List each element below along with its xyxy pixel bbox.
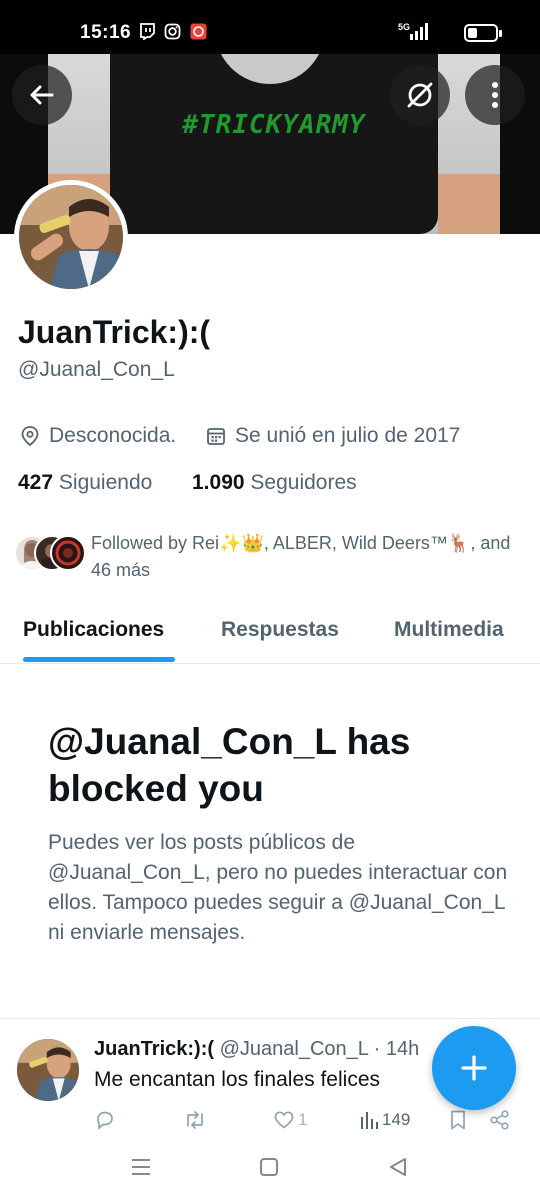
back-arrow-icon — [30, 85, 54, 105]
calendar-icon — [207, 428, 225, 445]
battery-level — [468, 28, 477, 38]
back-button[interactable] — [12, 65, 72, 125]
location-pin-icon — [21, 426, 39, 447]
avatar-image — [19, 185, 123, 289]
like-button[interactable]: 1 — [273, 1109, 307, 1131]
join-date-text: Se unió en julio de 2017 — [235, 424, 461, 447]
post-header: JuanTrick:):( @Juanal_Con_L · 14h — [94, 1038, 419, 1061]
location: Desconocida. — [19, 424, 176, 448]
tab-multimedia[interactable]: Multimedia — [394, 618, 504, 642]
repost-icon — [187, 1111, 203, 1129]
views-count: 149 — [382, 1110, 411, 1129]
share-icon — [490, 1110, 509, 1130]
banner-arm-right — [438, 174, 500, 234]
post-avatar-photo — [17, 1039, 79, 1101]
bookmark-button[interactable] — [449, 1109, 467, 1131]
followers-link[interactable]: 1.090 Seguidores — [192, 471, 357, 495]
signal-icon — [410, 23, 428, 40]
following-link[interactable]: 427 Siguiendo — [18, 471, 152, 495]
tab-publicaciones[interactable]: Publicaciones — [23, 618, 164, 642]
reply-button[interactable] — [94, 1109, 116, 1131]
blocked-description: Puedes ver los posts públicos de @Juanal… — [48, 831, 508, 944]
followed-by-text[interactable]: Followed by Rei✨👑, ALBER, Wild Deers™🦌, … — [91, 530, 521, 584]
status-bar: 15:16 5G — [0, 0, 540, 54]
active-tab-indicator — [23, 657, 175, 662]
profile-avatar[interactable] — [14, 180, 128, 294]
post-author-name[interactable]: JuanTrick:):( — [94, 1038, 214, 1060]
analytics-icon — [361, 1112, 378, 1129]
instagram-icon — [164, 23, 181, 40]
followers-count: 1.090 — [192, 471, 245, 494]
heart-icon — [274, 1111, 294, 1129]
like-count: 1 — [298, 1110, 308, 1129]
battery-icon — [464, 24, 502, 42]
more-button[interactable] — [465, 65, 525, 125]
reply-icon — [97, 1111, 113, 1130]
grok-icon — [407, 82, 433, 108]
banner-shirt-text: #TRICKYARMY — [182, 110, 366, 140]
divider — [0, 1018, 540, 1019]
followers-label: Seguidores — [250, 471, 357, 494]
views-button[interactable]: 149 — [359, 1109, 410, 1131]
post-text[interactable]: Me encantan los finales felices — [94, 1068, 380, 1092]
profile-tabs: Publicaciones Respuestas Multimedia — [0, 600, 540, 664]
system-nav-bar — [0, 1140, 540, 1200]
join-date: Se unió en julio de 2017 — [205, 424, 460, 448]
twitch-icon — [140, 23, 155, 40]
blocked-title: @Juanal_Con_L has blocked you — [48, 721, 411, 809]
post-avatar[interactable] — [17, 1039, 79, 1101]
post-time: · 14h — [373, 1038, 420, 1060]
display-name: JuanTrick:):( — [18, 314, 211, 350]
location-text: Desconocida. — [49, 424, 177, 447]
bookmark-icon — [451, 1110, 465, 1130]
follower-avatar-3 — [50, 535, 86, 571]
following-label: Siguiendo — [58, 471, 153, 494]
more-vertical-icon — [492, 82, 498, 108]
avatar-photo — [19, 185, 123, 289]
tab-respuestas[interactable]: Respuestas — [221, 618, 339, 642]
share-button[interactable] — [489, 1109, 511, 1131]
compose-post-button[interactable] — [432, 1026, 516, 1110]
menu-icon[interactable] — [130, 1156, 152, 1178]
post-author-handle[interactable]: @Juanal_Con_L — [220, 1038, 369, 1060]
back-nav-icon[interactable] — [387, 1156, 409, 1178]
home-icon[interactable] — [258, 1156, 280, 1178]
status-time: 15:16 — [80, 22, 132, 43]
grok-button[interactable] — [390, 65, 450, 125]
profile-handle: @Juanal_Con_L — [18, 358, 175, 381]
plus-icon — [461, 1055, 487, 1081]
app-icon — [190, 23, 207, 40]
repost-button[interactable] — [183, 1109, 207, 1131]
following-count: 427 — [18, 471, 54, 494]
